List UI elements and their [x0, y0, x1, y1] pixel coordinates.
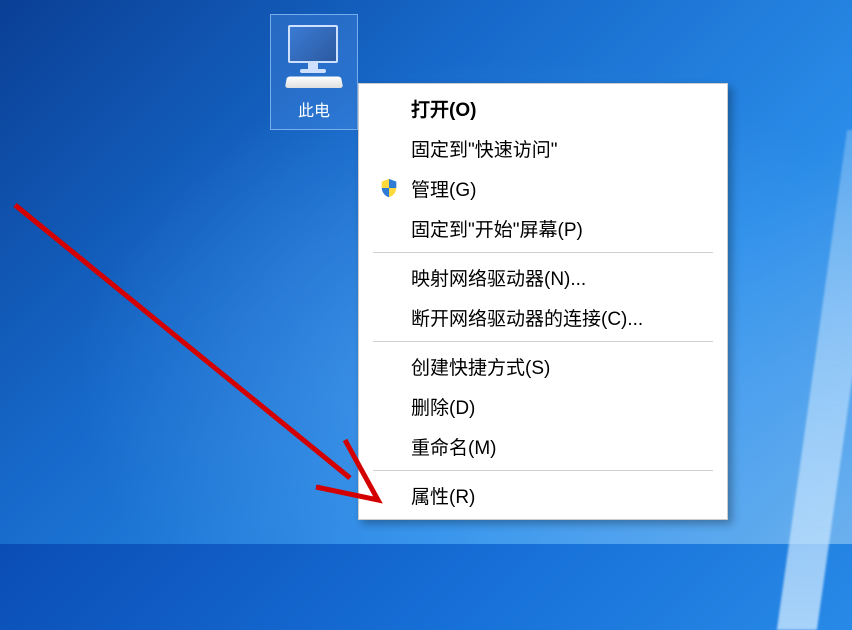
menu-separator — [373, 252, 713, 253]
menu-item-label: 断开网络驱动器的连接(C)... — [411, 304, 711, 331]
menu-item-label: 固定到"快速访问" — [411, 135, 711, 162]
menu-item-label: 删除(D) — [411, 393, 711, 420]
menu-item[interactable]: 打开(O) — [361, 88, 725, 128]
menu-icon-slot — [375, 263, 403, 291]
context-menu: 打开(O) 固定到"快速访问" 管理(G) 固定到"开始"屏幕(P) 映射网络驱动器(N… — [358, 83, 728, 520]
menu-icon-slot — [375, 481, 403, 509]
desktop-icon-label: 此电 — [275, 97, 353, 121]
menu-icon-slot — [375, 432, 403, 460]
menu-item[interactable]: 固定到"快速访问" — [361, 128, 725, 168]
menu-icon-slot — [375, 392, 403, 420]
menu-item-label: 打开(O) — [411, 95, 711, 122]
menu-item[interactable]: 创建快捷方式(S) — [361, 346, 725, 386]
menu-item[interactable]: 断开网络驱动器的连接(C)... — [361, 297, 725, 337]
menu-separator — [373, 470, 713, 471]
menu-item[interactable]: 删除(D) — [361, 386, 725, 426]
menu-item[interactable]: 映射网络驱动器(N)... — [361, 257, 725, 297]
menu-item[interactable]: 属性(R) — [361, 475, 725, 515]
menu-item-label: 重命名(M) — [411, 433, 711, 460]
menu-item-label: 属性(R) — [411, 482, 711, 509]
menu-item-label: 创建快捷方式(S) — [411, 353, 711, 380]
menu-item-label: 固定到"开始"屏幕(P) — [411, 215, 711, 242]
this-pc-desktop-icon[interactable]: 此电 — [270, 14, 358, 130]
menu-item[interactable]: 固定到"开始"屏幕(P) — [361, 208, 725, 248]
menu-separator — [373, 341, 713, 342]
menu-icon-slot — [375, 352, 403, 380]
menu-icon-slot — [375, 214, 403, 242]
menu-item-label: 管理(G) — [411, 175, 711, 202]
uac-shield-icon — [375, 174, 403, 202]
menu-icon-slot — [375, 134, 403, 162]
computer-icon — [278, 21, 350, 93]
menu-icon-slot — [375, 94, 403, 122]
menu-item-label: 映射网络驱动器(N)... — [411, 264, 711, 291]
menu-item[interactable]: 管理(G) — [361, 168, 725, 208]
menu-item[interactable]: 重命名(M) — [361, 426, 725, 466]
menu-icon-slot — [375, 303, 403, 331]
